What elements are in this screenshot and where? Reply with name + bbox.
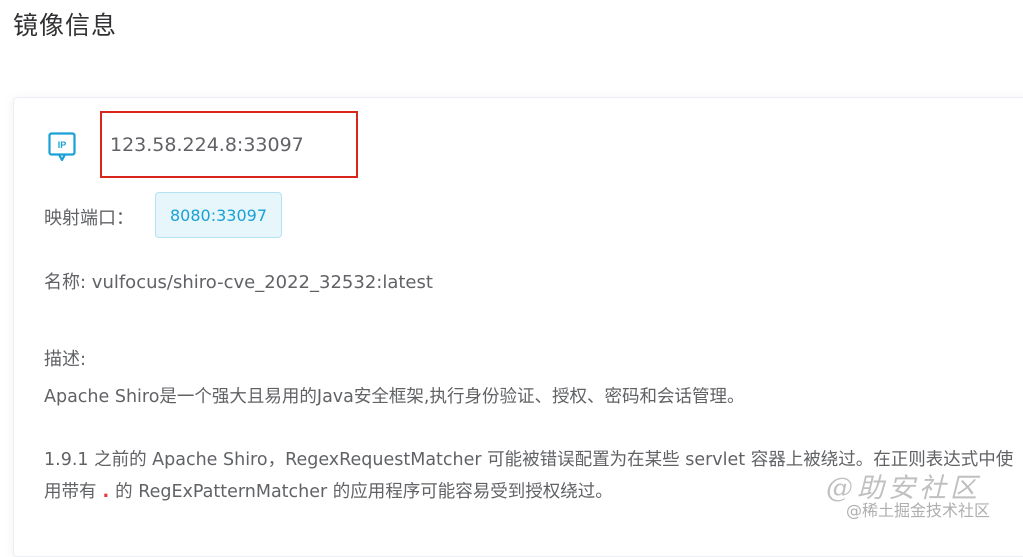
image-name: 名称: vulfocus/shiro-cve_2022_32532:latest — [44, 272, 433, 293]
page-title: 镜像信息 — [13, 11, 118, 40]
ip-address[interactable]: 123.58.224.8:33097 — [110, 134, 304, 156]
ip-icon: IP — [48, 132, 76, 162]
port-mapping-tag[interactable]: 8080:33097 — [155, 192, 282, 238]
regex-dot: . — [102, 482, 110, 502]
svg-text:IP: IP — [58, 140, 67, 150]
watermark: @助安社区 @稀土掘金技术社区 — [826, 466, 1016, 526]
port-mapping-label: 映射端口： — [44, 208, 134, 229]
description-paragraph-1: Apache Shiro是一个强大且易用的Java安全框架,执行身份验证、授权、… — [44, 387, 745, 407]
description-text-after: 的 RegExPatternMatcher 的应用程序可能容易受到授权绕过。 — [115, 482, 613, 502]
description-label: 描述: — [44, 349, 87, 370]
watermark-bottom: @稀土掘金技术社区 — [846, 501, 991, 520]
